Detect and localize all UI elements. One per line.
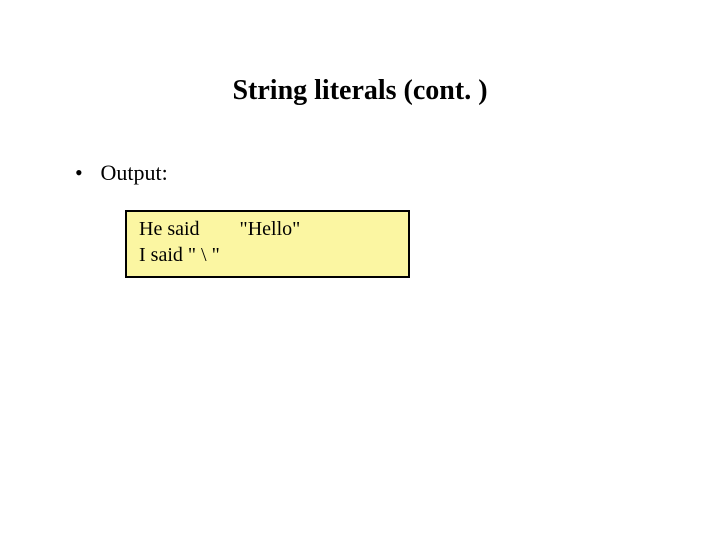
code-line-1: He said "Hello" xyxy=(139,216,396,242)
bullet-text: Output: xyxy=(101,160,168,185)
slide-title: String literals (cont. ) xyxy=(0,75,720,107)
bullet-marker: • xyxy=(75,160,95,186)
bullet-output: • Output: xyxy=(75,160,168,186)
slide: String literals (cont. ) • Output: He sa… xyxy=(0,0,720,540)
code-line-2: I said " \ " xyxy=(139,242,396,268)
output-box: He said "Hello" I said " \ " xyxy=(125,210,410,278)
